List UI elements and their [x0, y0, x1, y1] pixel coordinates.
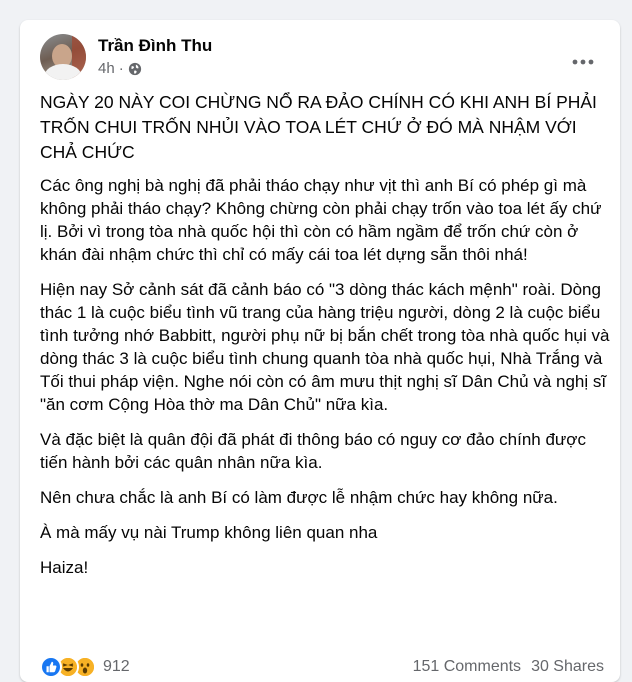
post-headline: NGÀY 20 NÀY COI CHỪNG NỔ RA ĐẢO CHÍNH CÓ… [40, 92, 597, 162]
shares-count[interactable]: 30 Shares [531, 658, 604, 676]
post-card: Trần Đình Thu 4h · NGÀY 20 NÀY COI CHỪNG… [20, 20, 620, 682]
reaction-count[interactable]: 912 [103, 658, 130, 676]
post-paragraph: À mà mấy vụ nài Trump không liên quan nh… [40, 523, 378, 542]
post-header: Trần Đình Thu 4h · [40, 34, 604, 84]
post-paragraph: Nên chưa chắc là anh Bí có làm được lễ n… [40, 488, 558, 507]
avatar[interactable] [40, 34, 86, 80]
post-content: NGÀY 20 NÀY COI CHỪNG NỔ RA ĐẢO CHÍNH CÓ… [40, 90, 612, 591]
comments-count[interactable]: 151 Comments [413, 658, 522, 676]
globe-icon[interactable] [128, 62, 142, 76]
like-icon [40, 656, 62, 678]
reactions-summary[interactable]: 912 [40, 656, 130, 678]
post-time[interactable]: 4h [98, 60, 115, 77]
post-stats: 151 Comments 30 Shares [413, 658, 604, 676]
post-meta: 4h · [98, 60, 142, 77]
meta-separator: · [118, 60, 124, 77]
post-footer: 912 151 Comments 30 Shares [40, 654, 604, 682]
post-paragraph: Hiện nay Sở cảnh sát đã cảnh báo có "3 d… [40, 280, 610, 414]
post-paragraph: Và đặc biệt là quân đội đã phát đi thông… [40, 430, 586, 472]
post-paragraph: Haiza! [40, 558, 89, 577]
author-name[interactable]: Trần Đình Thu [98, 36, 212, 56]
more-options-icon[interactable] [572, 54, 594, 65]
post-paragraph: Các ông nghị bà nghị đã phải tháo chạy n… [40, 176, 602, 264]
